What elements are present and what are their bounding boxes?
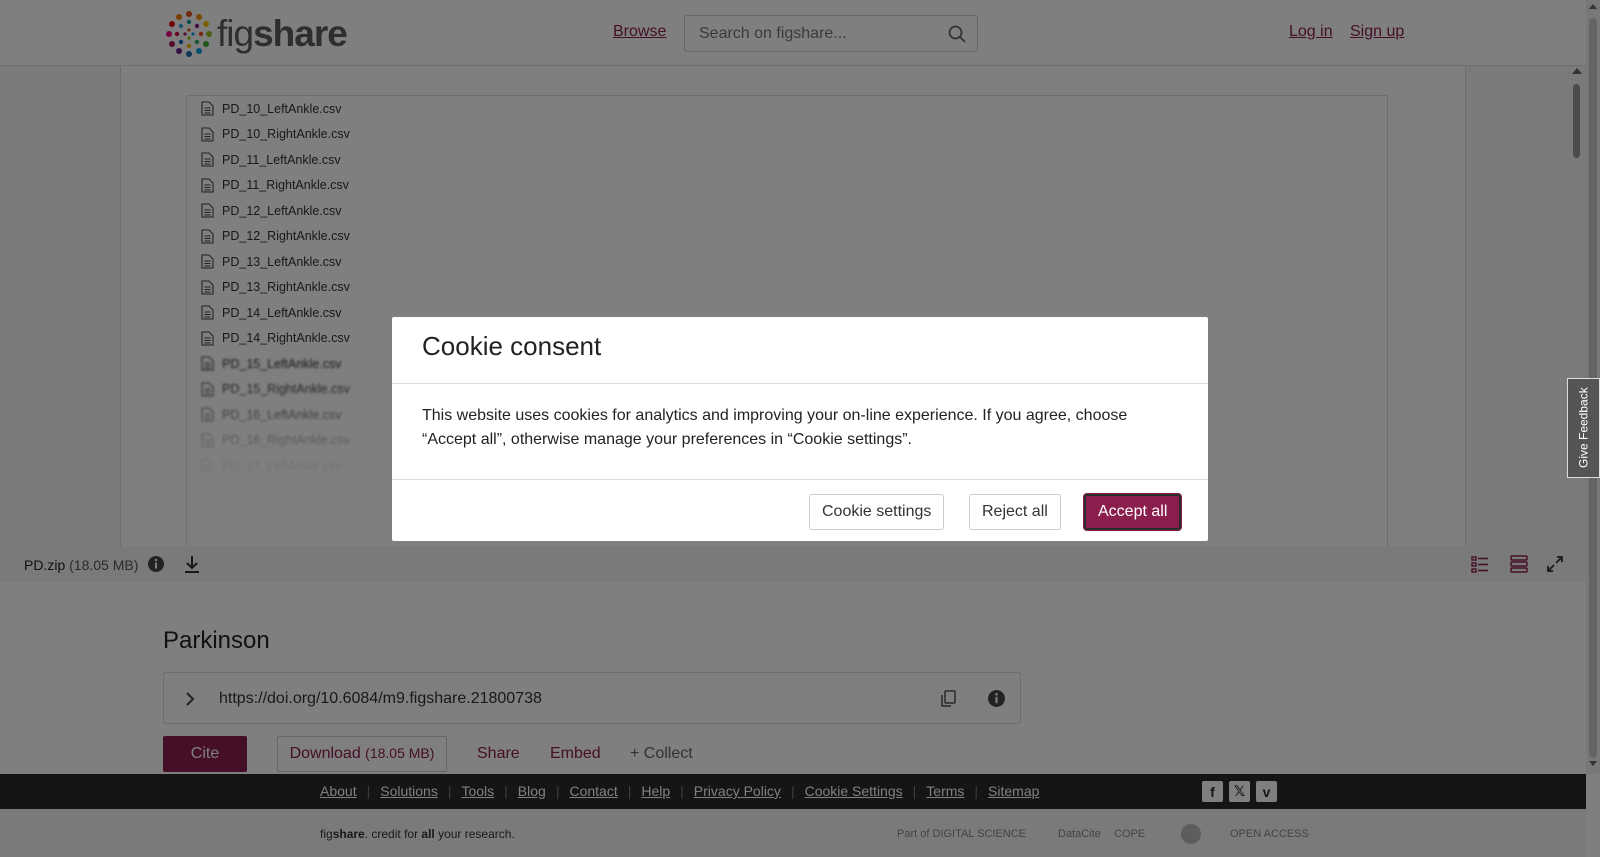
modal-message: This website uses cookies for analytics …	[422, 407, 1128, 448]
cookie-settings-button[interactable]: Cookie settings	[809, 494, 945, 530]
reject-all-button[interactable]: Reject all	[969, 494, 1061, 530]
cookie-consent-dialog: Cookie consent This website uses cookies…	[392, 317, 1208, 541]
accept-all-button[interactable]: Accept all	[1084, 494, 1182, 530]
modal-header: Cookie consent	[392, 317, 1208, 384]
modal-body: This website uses cookies for analytics …	[392, 384, 1208, 480]
modal-title: Cookie consent	[422, 331, 602, 361]
modal-footer: Cookie settings Reject all Accept all	[392, 480, 1208, 540]
give-feedback-tab[interactable]: Give Feedback	[1567, 378, 1600, 478]
